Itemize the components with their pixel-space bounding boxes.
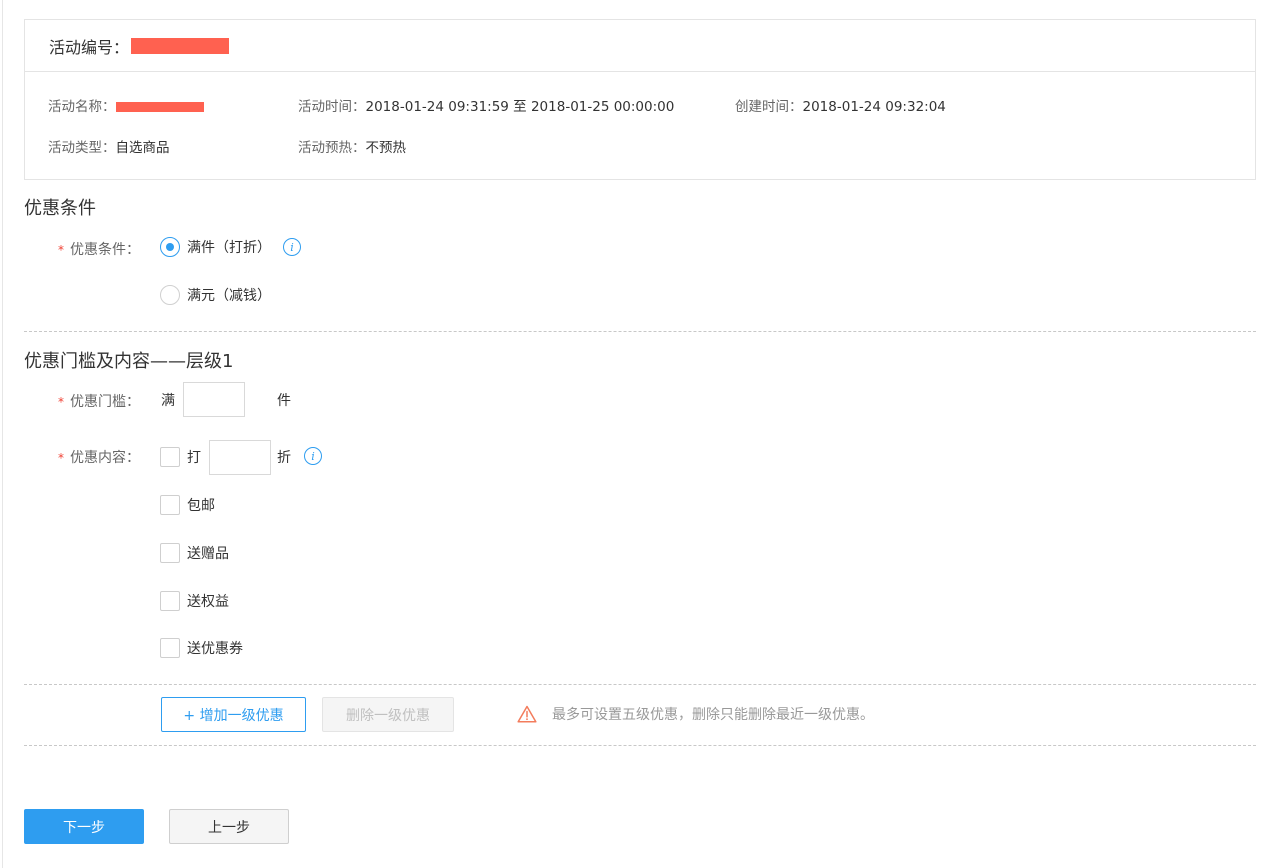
threshold-prefix: 满: [161, 393, 175, 409]
left-border: [2, 0, 3, 868]
activity-created-value: 2018-01-24 09:32:04: [802, 99, 946, 115]
info-icon[interactable]: i: [283, 238, 301, 256]
activity-id-row: 活动编号：: [25, 20, 1255, 72]
activity-time-label: 活动时间：: [298, 99, 366, 115]
required-mark: *: [58, 395, 64, 409]
activity-time-value: 2018-01-24 09:31:59 至 2018-01-25 00:00:0…: [365, 99, 675, 115]
condition-label-text: 优惠条件：: [70, 242, 140, 258]
section-divider: [24, 331, 1256, 332]
threshold-label: * 优惠门槛：: [58, 391, 140, 411]
threshold-label-text: 优惠门槛：: [70, 394, 140, 410]
section-divider: [24, 745, 1256, 746]
condition-label: * 优惠条件：: [58, 239, 140, 259]
checkbox-box[interactable]: [160, 591, 180, 611]
content-label-text: 优惠内容：: [70, 450, 140, 466]
delete-level-button[interactable]: 删除一级优惠: [322, 697, 454, 732]
condition-section-title: 优惠条件: [24, 198, 96, 219]
activity-type: 活动类型：自选商品: [48, 136, 170, 156]
activity-id-redacted: [131, 37, 230, 54]
threshold-quantity-input[interactable]: [183, 382, 245, 417]
radio-full-amount-label: 满元（减钱）: [187, 288, 271, 304]
activity-created: 创建时间：2018-01-24 09:32:04: [735, 95, 946, 115]
checkbox-box[interactable]: [160, 495, 180, 515]
activity-created-label: 创建时间：: [735, 99, 803, 115]
activity-name-redacted: [115, 102, 204, 112]
checkbox-box[interactable]: [160, 638, 180, 658]
checkbox-box[interactable]: [160, 543, 180, 563]
prev-step-button[interactable]: 上一步: [169, 809, 289, 844]
discount-suffix: 折: [277, 450, 291, 466]
activity-details: 活动名称： 活动时间：2018-01-24 09:31:59 至 2018-01…: [25, 72, 1255, 180]
radio-full-piece-label: 满件（打折）: [187, 240, 271, 256]
next-step-button[interactable]: 下一步: [24, 809, 144, 844]
coupon-label: 送优惠券: [187, 641, 243, 657]
info-icon[interactable]: i: [304, 447, 322, 465]
add-level-button[interactable]: + 增加一级优惠: [161, 697, 306, 732]
required-mark: *: [58, 451, 64, 465]
rights-label: 送权益: [187, 594, 229, 610]
activity-info-card: 活动编号： 活动名称： 活动时间：2018-01-24 09:31:59 至 2…: [24, 19, 1256, 180]
activity-name: 活动名称：: [48, 95, 204, 115]
checkbox-rights[interactable]: 送权益: [160, 591, 229, 611]
checkbox-gift[interactable]: 送赠品: [160, 543, 229, 563]
activity-type-value: 自选商品: [115, 140, 170, 156]
activity-type-label: 活动类型：: [48, 140, 116, 156]
discount-rate-input[interactable]: [209, 440, 271, 475]
radio-dot-unchecked[interactable]: [160, 285, 180, 305]
radio-dot-checked[interactable]: [160, 237, 180, 257]
activity-name-label: 活动名称：: [48, 99, 116, 115]
threshold-section-title: 优惠门槛及内容——层级1: [24, 351, 234, 372]
activity-preheat-label: 活动预热：: [298, 140, 366, 156]
radio-full-piece-discount[interactable]: 满件（打折） i: [160, 237, 301, 257]
threshold-suffix: 件: [277, 393, 291, 409]
level-warning: 最多可设置五级优惠，删除只能删除最近一级优惠。: [517, 704, 874, 724]
checkbox-discount[interactable]: 打: [160, 447, 201, 467]
content-label: * 优惠内容：: [58, 447, 140, 467]
checkbox-free-shipping[interactable]: 包邮: [160, 495, 215, 515]
activity-time: 活动时间：2018-01-24 09:31:59 至 2018-01-25 00…: [298, 95, 674, 115]
required-mark: *: [58, 243, 64, 257]
radio-full-amount-reduce[interactable]: 满元（减钱）: [160, 285, 271, 305]
gift-label: 送赠品: [187, 546, 229, 562]
discount-prefix: 打: [187, 450, 201, 466]
activity-id-label: 活动编号：: [49, 37, 130, 57]
activity-preheat-value: 不预热: [365, 140, 407, 156]
activity-preheat: 活动预热：不预热: [298, 136, 406, 156]
section-divider: [24, 684, 1256, 685]
warning-text: 最多可设置五级优惠，删除只能删除最近一级优惠。: [552, 707, 874, 723]
checkbox-coupon[interactable]: 送优惠券: [160, 638, 243, 658]
warning-icon: [517, 705, 537, 723]
checkbox-box[interactable]: [160, 447, 180, 467]
free-shipping-label: 包邮: [187, 498, 215, 514]
